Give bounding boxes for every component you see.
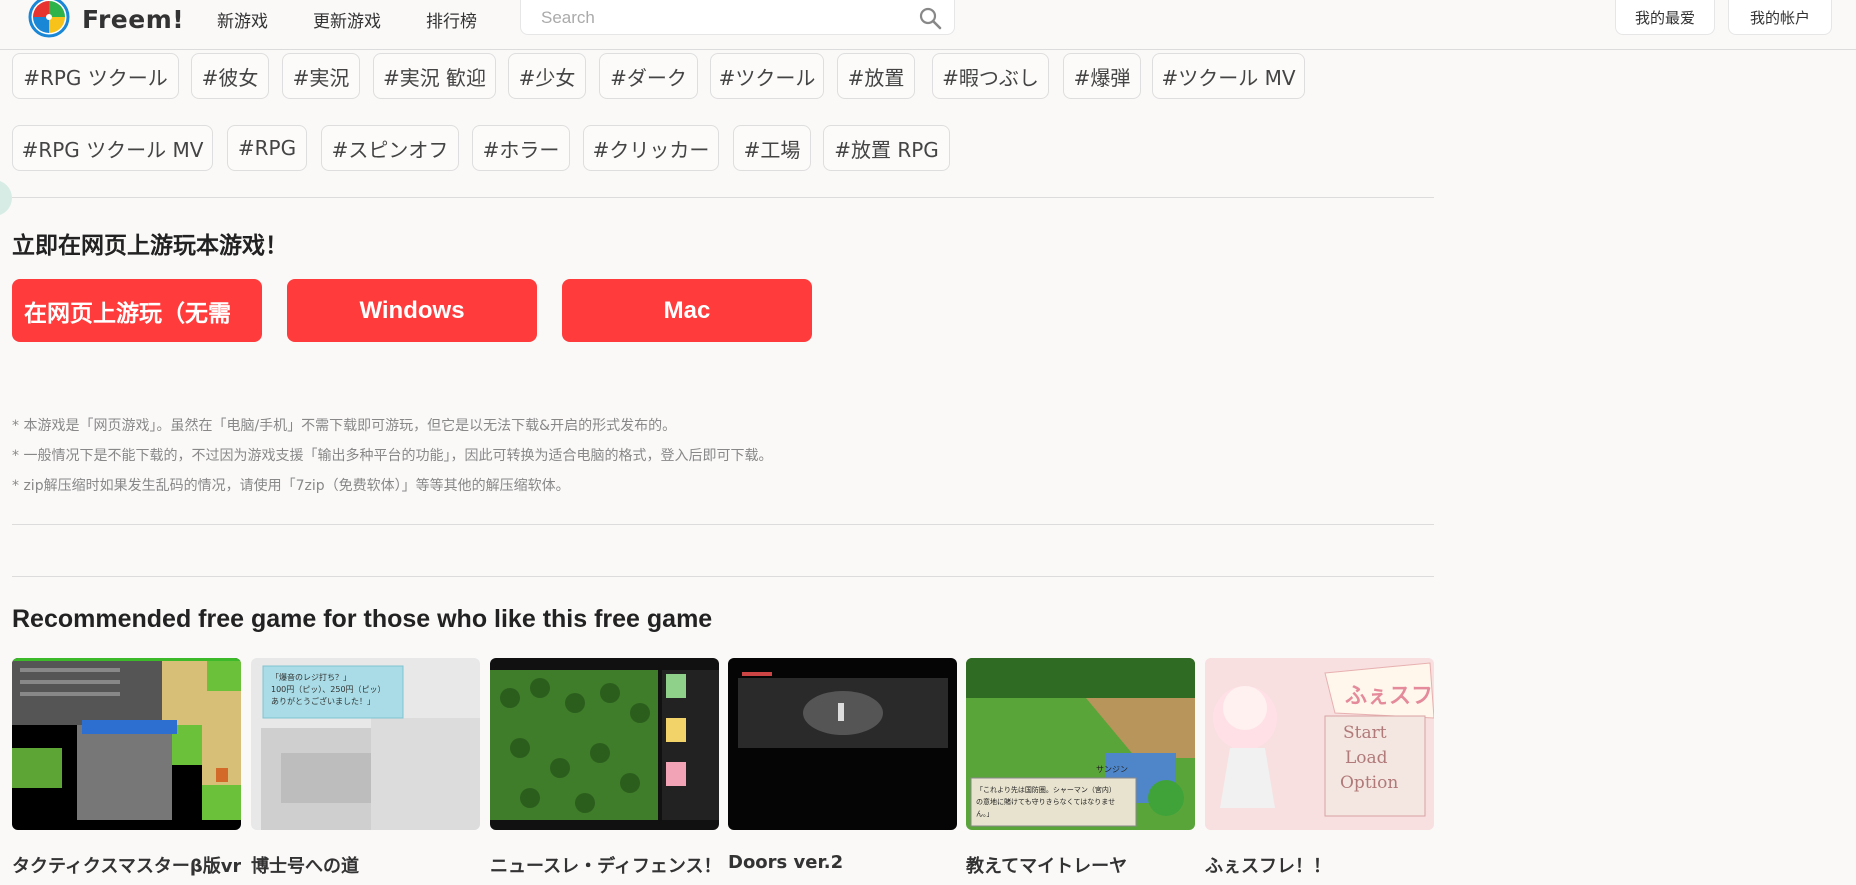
field-dialogue-screenshot: サンジン 「これより先は国防圏。シャーマン（宮内） の意地に賭けても守りきらなく…	[966, 658, 1195, 830]
forest-battle-screenshot	[490, 658, 719, 830]
game-thumbnail[interactable]	[490, 658, 719, 830]
note-line: * 本游戏是「网页游戏」。虽然在「电脑/手机」不需下载即可游玩，但它是以无法下载…	[12, 418, 677, 434]
tag-chip[interactable]: #RPG ツクール	[12, 53, 179, 99]
game-title-link[interactable]: Doors ver.2	[728, 852, 957, 873]
title-menu-load: Load	[1345, 748, 1388, 768]
tag-chip[interactable]: #ホラー	[472, 125, 570, 171]
dialogue-speaker-name: サンジン	[1096, 765, 1128, 774]
game-title-link[interactable]: ニュースレ・ディフェンス！	[490, 852, 719, 878]
tag-chip[interactable]: #ダーク	[599, 53, 698, 99]
dialogue-line: の意地に賭けても守りきらなくてはなりませ	[976, 797, 1115, 806]
mac-download-button[interactable]: Mac	[562, 279, 812, 342]
title-menu-start: Start	[1343, 723, 1387, 743]
main-nav: 新游戏 更新游戏 排行榜	[217, 7, 522, 32]
game-thumbnail[interactable]: サンジン 「これより先は国防圏。シャーマン（宮内） の意地に賭けても守りきらなく…	[966, 658, 1195, 830]
my-account-button[interactable]: 我的帐户	[1728, 0, 1832, 35]
site-logo[interactable]: Freem!	[28, 0, 184, 38]
game-title-logo: ふぇスフレ！	[1345, 684, 1434, 709]
tag-chip[interactable]: #ツクール MV	[1152, 53, 1305, 99]
nav-updated-games[interactable]: 更新游戏	[313, 7, 381, 32]
favorites-button[interactable]: 我的最爱	[1615, 0, 1715, 35]
tag-chip[interactable]: #クリッカー	[583, 125, 719, 171]
game-thumbnail[interactable]: 「爆音のレジ打ち？」 100円（ピッ）、250円（ピッ） ありがとうございました…	[251, 658, 480, 830]
cash-register-screenshot: 「爆音のレジ打ち？」 100円（ピッ）、250円（ピッ） ありがとうございました…	[251, 658, 480, 830]
divider	[12, 197, 1434, 198]
game-title-link[interactable]: 博士号への道	[251, 852, 480, 878]
title-menu-option: Option	[1340, 773, 1398, 793]
game-title-link[interactable]: タクティクスマスターβ版vr	[12, 852, 241, 878]
tactics-grid-screenshot	[12, 658, 241, 830]
tag-chip[interactable]: #RPG	[227, 125, 307, 171]
dialogue-line: ん。」	[976, 810, 994, 818]
note-line: * zip解压缩时如果发生乱码的情况，请使用「7zip（免费软体）」等等其他的解…	[12, 478, 570, 494]
anime-girl-title-screenshot: ふぇスフレ！ Start Load Option	[1205, 658, 1434, 830]
register-dialogue-line: 100円（ピッ）、250円（ピッ）	[271, 685, 386, 694]
tag-chip[interactable]: #実況 歓迎	[373, 53, 496, 99]
tag-chip[interactable]: #少女	[508, 53, 586, 99]
divider	[12, 524, 1434, 525]
dark-corridor-screenshot	[728, 658, 957, 830]
tag-chip[interactable]: #爆弾	[1063, 53, 1141, 99]
tag-chip[interactable]: #放置 RPG	[823, 125, 950, 171]
tag-chip[interactable]: #実況	[282, 53, 360, 99]
register-dialogue-line: ありがとうございました！」	[271, 696, 375, 706]
nav-new-games[interactable]: 新游戏	[217, 7, 268, 32]
game-title-link[interactable]: 教えてマイトレーヤ	[966, 852, 1195, 878]
note-line: * 一般情况下是不能下载的，不过因为游戏支援「输出多种平台的功能」，因此可转换为…	[12, 448, 773, 464]
play-in-browser-button[interactable]: 在网页上游玩（无需	[12, 279, 262, 342]
search-input[interactable]	[539, 0, 903, 35]
freem-logo-icon	[28, 0, 70, 38]
game-thumbnail[interactable]: ふぇスフレ！ Start Load Option	[1205, 658, 1434, 830]
register-dialogue-line: 「爆音のレジ打ち？」	[271, 672, 351, 682]
tag-chip[interactable]: #放置	[837, 53, 915, 99]
tag-chip[interactable]: #暇つぶし	[932, 53, 1049, 99]
logo-text: Freem!	[82, 4, 185, 34]
top-navigation-bar: Freem! 新游戏 更新游戏 排行榜 我的最爱 我的帐户	[0, 0, 1856, 50]
play-section-title: 立即在网页上游玩本游戏！	[12, 233, 288, 259]
tag-chip[interactable]: #彼女	[191, 53, 269, 99]
recommended-section-title: Recommended free game for those who like…	[12, 605, 713, 633]
tag-chip[interactable]: #スピンオフ	[321, 125, 459, 171]
side-panel-handle[interactable]	[0, 180, 12, 216]
game-title-link[interactable]: ふぇスフレ！！	[1205, 852, 1434, 878]
game-thumbnail[interactable]	[12, 658, 241, 830]
windows-download-button[interactable]: Windows	[287, 279, 537, 342]
nav-ranking[interactable]: 排行榜	[426, 7, 477, 32]
tag-chip[interactable]: #RPG ツクール MV	[12, 125, 213, 171]
dialogue-line: 「これより先は国防圏。シャーマン（宮内）	[976, 785, 1116, 794]
divider	[12, 576, 1434, 577]
game-thumbnail[interactable]	[728, 658, 957, 830]
search-box	[520, 0, 955, 35]
tag-chip[interactable]: #工場	[733, 125, 811, 171]
tag-chip[interactable]: #ツクール	[710, 53, 824, 99]
search-icon[interactable]	[918, 6, 942, 30]
